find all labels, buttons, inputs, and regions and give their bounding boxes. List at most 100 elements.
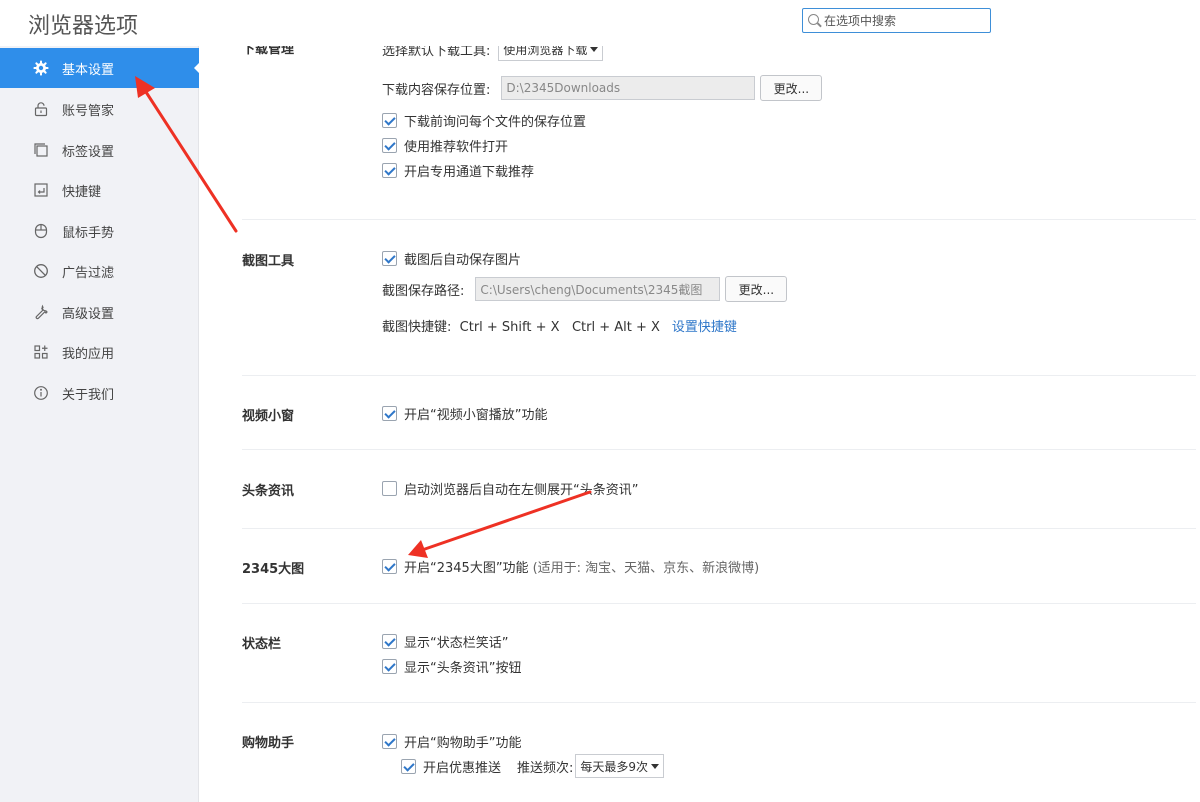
- section-label-news: 头条资讯: [242, 484, 295, 499]
- download-path-row: 下载内容保存位置: D:\2345Downloads 更改...: [382, 75, 823, 101]
- download-tool-label: 选择默认下载工具:: [382, 46, 491, 59]
- sidebar-item-label: 鼠标手势: [62, 225, 115, 241]
- screenshot-opt-autosave[interactable]: 截图后自动保存图片: [382, 249, 521, 268]
- bigpic-opt-enable[interactable]: 开启“2345大图”功能 (适用于: 淘宝、天猫、京东、新浪微博): [382, 557, 759, 576]
- gear-icon: [33, 60, 49, 76]
- section-label-shopping: 购物助手: [242, 736, 295, 751]
- sidebar-item-tabs[interactable]: 标签设置: [0, 130, 199, 170]
- screenshot-path-field[interactable]: C:\Users\cheng\Documents\2345截图: [475, 277, 721, 301]
- option-label: 下载前询问每个文件的保存位置: [404, 115, 587, 130]
- sidebar: 基本设置 账号管家 标签设置 快捷键 鼠标手势 广告过滤 高级设置 我的应用 关…: [0, 46, 200, 802]
- option-label: 显示“状态栏笑话”: [404, 636, 509, 651]
- sidebar-item-label: 基本设置: [62, 62, 115, 78]
- section-label-download: 下载管理: [242, 46, 295, 57]
- search-input[interactable]: [824, 11, 986, 30]
- sidebar-item-label: 关于我们: [62, 387, 115, 403]
- checkbox-checked[interactable]: [382, 113, 397, 128]
- divider: [242, 603, 1196, 604]
- option-label: 截图后自动保存图片: [404, 253, 522, 268]
- shopping-push-row: 开启优惠推送 推送频次: 每天最多9次: [401, 754, 665, 778]
- download-opt-recommended-software[interactable]: 使用推荐软件打开: [382, 136, 508, 155]
- section-label-bigpic: 2345大图: [242, 562, 305, 577]
- sidebar-item-label: 快捷键: [62, 184, 102, 200]
- shopping-opt-enable[interactable]: 开启“购物助手”功能: [382, 732, 521, 751]
- set-shortcut-link[interactable]: 设置快捷键: [672, 316, 737, 335]
- search-icon: [808, 14, 819, 25]
- screenshot-shortcut-row: 截图快捷键: Ctrl + Shift + X Ctrl + Alt + X 设…: [382, 316, 737, 335]
- checkbox-checked[interactable]: [382, 659, 397, 674]
- divider: [242, 528, 1196, 529]
- checkbox-checked[interactable]: [382, 163, 397, 178]
- sidebar-item-accounts[interactable]: 账号管家: [0, 89, 199, 129]
- screenshot-change-button[interactable]: 更改...: [725, 276, 788, 302]
- divider: [242, 375, 1196, 376]
- search-box[interactable]: [802, 8, 991, 33]
- download-path-label: 下载内容保存位置:: [382, 82, 491, 98]
- option-note: (适用于: 淘宝、天猫、京东、新浪微博): [532, 561, 760, 576]
- option-label: 开启专用通道下载推荐: [404, 165, 535, 180]
- download-opt-ask-location[interactable]: 下载前询问每个文件的保存位置: [382, 111, 586, 130]
- option-label: 开启“视频小窗播放”功能: [404, 408, 548, 423]
- download-tool-select[interactable]: 使用浏览器下载: [498, 46, 604, 61]
- section-label-statusbar: 状态栏: [242, 637, 282, 652]
- push-frequency-select[interactable]: 每天最多9次: [575, 754, 665, 778]
- sidebar-item-label: 广告过滤: [62, 265, 115, 281]
- screenshot-shortcut-text: 截图快捷键: Ctrl + Shift + X Ctrl + Alt + X: [382, 320, 660, 335]
- divider: [242, 219, 1196, 220]
- sidebar-item-label: 标签设置: [62, 144, 115, 160]
- checkbox-checked[interactable]: [382, 406, 397, 421]
- video-opt-mini-window[interactable]: 开启“视频小窗播放”功能: [382, 404, 547, 423]
- section-label-screenshot: 截图工具: [242, 254, 295, 269]
- sidebar-item-adblock[interactable]: 广告过滤: [0, 251, 199, 291]
- checkbox-checked[interactable]: [382, 559, 397, 574]
- settings-content: 下载管理 选择默认下载工具: 使用浏览器下载 下载内容保存位置: D:\2345…: [200, 46, 1200, 802]
- app-title: 浏览器选项: [28, 14, 139, 39]
- lock-icon: [33, 101, 49, 117]
- sidebar-item-advanced[interactable]: 高级设置: [0, 292, 199, 332]
- option-label: 显示“头条资讯”按钮: [404, 661, 522, 676]
- download-tool-value: 使用浏览器下载: [503, 46, 588, 57]
- apps-icon: [33, 344, 49, 360]
- option-label: 开启“购物助手”功能: [404, 736, 522, 751]
- sidebar-item-shortcuts[interactable]: 快捷键: [0, 170, 199, 210]
- download-path-field[interactable]: D:\2345Downloads: [501, 76, 756, 100]
- section-label-video: 视频小窗: [242, 409, 295, 424]
- checkbox-checked[interactable]: [382, 634, 397, 649]
- info-icon: [33, 385, 49, 401]
- wrench-icon: [33, 304, 49, 320]
- checkbox-checked[interactable]: [401, 758, 416, 774]
- checkbox-checked[interactable]: [382, 251, 397, 266]
- checkbox-unchecked[interactable]: [382, 481, 397, 496]
- download-change-button[interactable]: 更改...: [760, 75, 823, 101]
- option-label: 开启“2345大图”功能: [404, 561, 529, 576]
- divider: [242, 702, 1196, 703]
- screenshot-path-label: 截图保存路径:: [382, 283, 465, 299]
- tabs-icon: [33, 142, 49, 158]
- sidebar-item-my-apps[interactable]: 我的应用: [0, 332, 199, 372]
- chevron-down-icon: [590, 46, 599, 52]
- statusbar-opt-jokes[interactable]: 显示“状态栏笑话”: [382, 632, 508, 651]
- sidebar-item-mouse-gesture[interactable]: 鼠标手势: [0, 211, 199, 251]
- option-label: 使用推荐软件打开: [404, 140, 509, 155]
- push-frequency-label: 推送频次:: [517, 760, 574, 776]
- sidebar-item-label: 账号管家: [62, 103, 115, 119]
- header: 浏览器选项: [0, 0, 1200, 46]
- download-opt-dedicated-channel[interactable]: 开启专用通道下载推荐: [382, 161, 534, 180]
- divider: [242, 449, 1196, 450]
- block-icon: [33, 263, 49, 279]
- statusbar-opt-news-button[interactable]: 显示“头条资讯”按钮: [382, 657, 521, 676]
- sidebar-item-about[interactable]: 关于我们: [0, 373, 199, 413]
- download-tool-row: 选择默认下载工具: 使用浏览器下载: [382, 46, 604, 61]
- news-opt-auto-expand[interactable]: 启动浏览器后自动在左侧展开“头条资讯”: [382, 479, 638, 498]
- checkbox-checked[interactable]: [382, 138, 397, 153]
- push-frequency-value: 每天最多9次: [580, 759, 649, 774]
- mouse-icon: [33, 223, 49, 239]
- screenshot-path-row: 截图保存路径: C:\Users\cheng\Documents\2345截图 …: [382, 276, 788, 302]
- option-label: 开启优惠推送: [423, 760, 502, 776]
- keyboard-icon: [33, 182, 49, 198]
- chevron-down-icon: [651, 763, 660, 769]
- option-label: 启动浏览器后自动在左侧展开“头条资讯”: [404, 483, 639, 498]
- checkbox-checked[interactable]: [382, 734, 397, 749]
- sidebar-item-basic[interactable]: 基本设置: [0, 48, 200, 88]
- sidebar-item-label: 我的应用: [62, 346, 115, 362]
